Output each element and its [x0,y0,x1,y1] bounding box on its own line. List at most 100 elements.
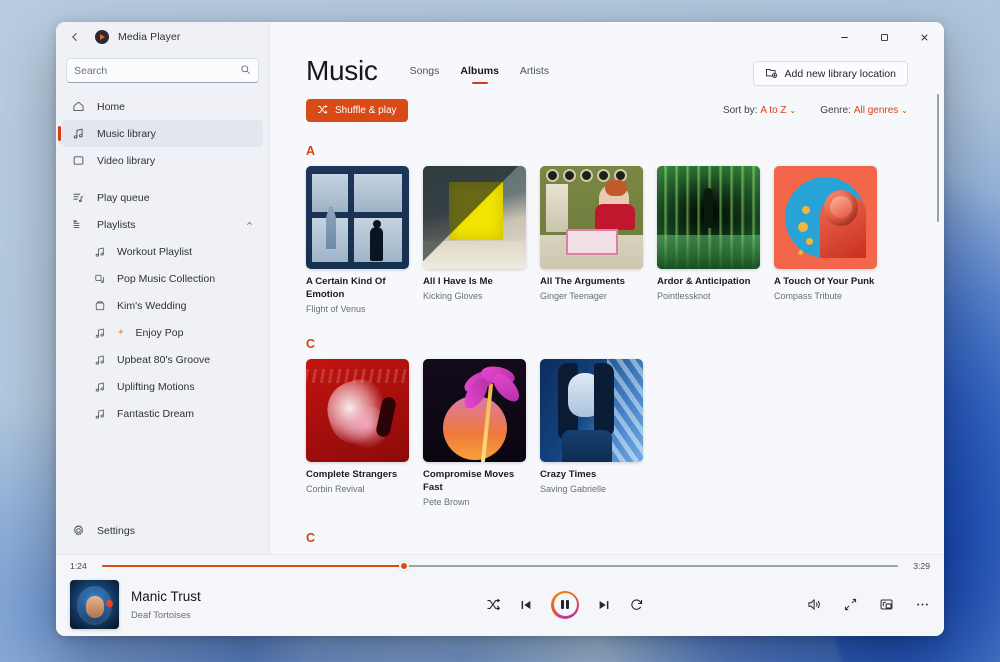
shuffle-and-play-button[interactable]: Shuffle & play [306,99,408,122]
album-art-crazy-times [540,359,643,463]
sidebar-item-home[interactable]: Home [62,93,263,120]
chevron-up-icon[interactable] [245,219,254,230]
sidebar-item-video-library[interactable]: Video library [62,147,263,174]
sidebar-item-settings[interactable]: Settings [62,517,263,544]
seek-knob[interactable] [399,561,410,571]
album-art-a-certain-kind-of-emotion [306,166,409,269]
album-artist: Ginger Teenager [540,290,607,301]
content-scroll-area[interactable]: Music Songs Albums Artists Add new libra… [270,52,944,554]
sidebar-playlist-workout-playlist[interactable]: Workout Playlist [62,238,263,265]
music-note-icon [93,354,107,366]
album-cover[interactable] [657,166,760,269]
sidebar-nav: Home Music library Video library Play qu… [56,91,269,211]
window-body: Media Player Search Home Music library V… [56,22,944,554]
album-card[interactable]: All The Arguments Ginger Teenager [540,166,643,315]
tab-songs[interactable]: Songs [410,65,440,82]
nav-divider [62,174,263,184]
sidebar-playlist-pop-music-collection[interactable]: Pop Music Collection [62,265,263,292]
album-card[interactable]: Crazy Times Saving Gabrielle [540,359,643,508]
album-title: A Certain Kind Of Emotion [306,276,386,300]
close-button[interactable] [904,22,944,52]
volume-icon[interactable] [807,597,822,612]
window-controls [270,22,944,52]
add-folder-icon [765,66,778,82]
album-art-compromise-moves-fast [423,359,526,463]
seek-slider[interactable] [102,561,898,571]
add-library-location-button[interactable]: Add new library location [752,61,908,86]
playlist-icon [71,218,86,231]
duration-time: 3:29 [913,561,930,571]
tab-artists[interactable]: Artists [520,65,549,82]
album-cover[interactable] [774,166,877,269]
album-card[interactable]: Complete Strangers Corbin Revival [306,359,409,508]
album-art-a-touch-of-your-punk [774,166,877,269]
album-card[interactable]: All I Have Is Me Kicking Gloves [423,166,526,315]
tab-albums[interactable]: Albums [460,65,499,82]
sidebar: Media Player Search Home Music library V… [56,22,270,554]
album-art-all-the-arguments [540,166,643,269]
shuffle-icon [317,104,328,118]
sidebar-playlist-fantastic-dream[interactable]: Fantastic Dream [62,400,263,427]
album-card[interactable]: Compromise Moves Fast Pete Brown [423,359,526,508]
album-art-ardor-and-anticipation [657,166,760,269]
album-cover[interactable] [423,166,526,269]
filters: Sort by: A to Z ⌄ Genre: All genres ⌄ [723,105,908,116]
sidebar-playlist-kims-wedding[interactable]: Kim's Wedding [62,292,263,319]
music-note-icon [93,246,107,258]
media-player-logo-icon [95,30,109,44]
sidebar-item-label: Video library [97,154,156,167]
shuffle-icon[interactable] [486,597,501,612]
music-note-icon [93,381,107,393]
sort-by-dropdown[interactable]: Sort by: A to Z ⌄ [723,105,796,116]
more-options-icon[interactable] [915,597,930,612]
vertical-scrollbar[interactable] [936,94,939,222]
sidebar-playlist-label: Enjoy Pop [135,326,184,339]
genre-dropdown[interactable]: Genre: All genres ⌄ [820,105,908,116]
sidebar-item-music-library[interactable]: Music library [58,120,263,147]
play-pause-button[interactable] [551,590,579,619]
sidebar-group-playlists[interactable]: Playlists [62,211,263,238]
minimize-button[interactable] [824,22,864,52]
sort-by-label: Sort by: [722,105,758,116]
playlist-note-icon [93,273,107,285]
section-letter-a: A [306,144,316,158]
music-note-icon [93,408,107,420]
repeat-icon[interactable] [629,597,644,612]
maximize-button[interactable] [864,22,904,52]
now-playing-text: Manic Trust Deaf Tortoises [131,589,201,619]
album-cover[interactable] [540,166,643,269]
back-button[interactable] [64,26,86,48]
album-artist: Flight of Venus [306,303,366,314]
sidebar-item-label: Music library [97,127,156,140]
album-title: A Touch Of Your Punk [774,276,875,287]
album-grid-c: Complete Strangers Corbin Revival Compro… [306,359,908,508]
album-artist: Pete Brown [423,496,470,507]
search-input[interactable] [74,64,234,77]
sidebar-playlist-upbeat-80s-groove[interactable]: Upbeat 80's Groove [62,346,263,373]
album-cover[interactable] [423,359,526,463]
album-cover[interactable] [306,359,409,463]
search-box[interactable] [66,58,259,83]
sidebar-group-label: Playlists [97,218,136,231]
album-card[interactable]: Ardor & Anticipation Pointlessknot [657,166,760,315]
sidebar-playlist-enjoy-pop[interactable]: ✦ Enjoy Pop [62,319,263,346]
now-playing-title: Manic Trust [131,589,201,605]
album-card[interactable]: A Touch Of Your Punk Compass Tribute [774,166,877,315]
queue-icon [71,191,86,204]
titlebar-left: Media Player [56,22,269,52]
next-track-icon[interactable] [597,598,611,612]
album-cover[interactable] [306,166,409,269]
album-cover[interactable] [540,359,643,463]
sidebar-playlist-label: Workout Playlist [117,245,193,258]
add-library-label: Add new library location [784,67,896,80]
album-art-complete-strangers [306,359,409,463]
now-playing[interactable]: Manic Trust Deaf Tortoises [70,580,350,629]
elapsed-time: 1:24 [70,561,87,571]
mini-player-icon[interactable] [879,597,894,612]
album-card[interactable]: A Certain Kind Of Emotion Flight of Venu… [306,166,409,315]
previous-track-icon[interactable] [519,598,533,612]
transport-controls [350,590,780,619]
expand-icon[interactable] [843,597,858,612]
sidebar-item-play-queue[interactable]: Play queue [62,184,263,211]
sidebar-playlist-uplifting-motions[interactable]: Uplifting Motions [62,373,263,400]
